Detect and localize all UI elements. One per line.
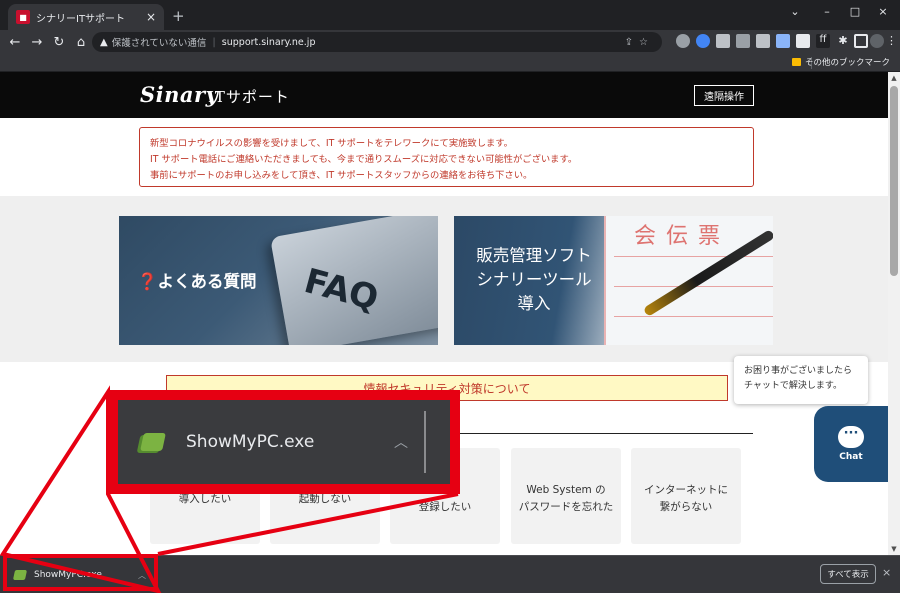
extension-blue-icon[interactable]	[696, 34, 710, 48]
new-tab-button[interactable]: +	[172, 7, 185, 25]
remote-operation-button[interactable]: 遠隔操作	[694, 85, 754, 106]
side-panel-icon[interactable]	[854, 34, 868, 48]
close-window-button[interactable]: ×	[868, 0, 898, 22]
extension-box-icon[interactable]	[796, 34, 810, 48]
menu-kebab-icon[interactable]: ⋮	[886, 34, 897, 48]
extension-window-icon[interactable]	[756, 34, 770, 48]
invoice-kanji: 会伝票	[634, 224, 731, 249]
folder-icon	[791, 58, 801, 66]
profile-avatar-icon[interactable]	[870, 34, 884, 48]
callout-highlight-large	[108, 390, 460, 494]
extension-camera-icon[interactable]	[676, 34, 690, 48]
chat-prompt-line-2: チャットで解決します。	[744, 381, 843, 391]
home-icon[interactable]: ⌂	[70, 31, 92, 53]
sales-card-line-1: 販売管理ソフト	[476, 246, 592, 265]
tab-close-icon[interactable]: ×	[146, 10, 156, 24]
topic-line-2: 登録したい	[418, 501, 472, 513]
minimize-button[interactable]: –	[812, 0, 842, 22]
faq-card-label: ❓よくある質問	[137, 268, 257, 292]
tab-strip: ■ シナリーITサポート × + ⌄ – □ ×	[0, 0, 900, 30]
browser-toolbar: ← → ↻ ⌂ ▲ 保護されていない通信 | support.sinary.ne…	[0, 30, 900, 54]
scrollbar-thumb[interactable]	[890, 86, 898, 276]
sales-software-card[interactable]: 会伝票 販売管理ソフト シナリーツール 導入	[454, 216, 773, 345]
chat-dots-icon: ···	[838, 426, 864, 448]
scroll-up-icon[interactable]: ▲	[888, 72, 900, 84]
question-circle-icon: ❓	[137, 272, 158, 291]
chat-button-label: Chat	[839, 452, 863, 462]
forward-arrow-icon[interactable]: →	[26, 31, 48, 53]
url-text[interactable]: support.sinary.ne.jp	[222, 37, 316, 48]
sales-card-line-2: シナリーツール	[476, 270, 592, 289]
extension-list-icon[interactable]	[716, 34, 730, 48]
topic-line-2: 繋がらない	[659, 501, 713, 513]
security-status: 保護されていない通信	[111, 38, 207, 49]
topic-line-2: パスワードを忘れた	[518, 501, 614, 513]
invoice-line	[614, 316, 773, 317]
faq-card[interactable]: FAQ ❓よくある質問	[119, 216, 438, 345]
other-bookmarks[interactable]: その他のブックマーク	[791, 56, 890, 68]
sales-card-line-3: 導入	[517, 294, 551, 313]
topic-card[interactable]: インターネットに 繋がらない	[631, 448, 741, 544]
tab-title: シナリーITサポート	[36, 13, 126, 25]
bookmarks-bar: その他のブックマーク	[0, 54, 900, 72]
share-star-icons[interactable]: ⇪☆	[625, 37, 654, 48]
screen: ■ シナリーITサポート × + ⌄ – □ × ← → ↻ ⌂ ▲ 保護されて…	[0, 0, 900, 593]
sales-card-label: 販売管理ソフト シナリーツール 導入	[454, 244, 614, 316]
site-logo[interactable]: Sinary	[140, 82, 218, 107]
chat-prompt-line-1: お困り事がございましたら	[744, 366, 853, 376]
site-header: Sinary ITサポート 遠隔操作	[0, 72, 888, 118]
reload-icon[interactable]: ↻	[48, 31, 70, 53]
page-scrollbar[interactable]: ▲ ▼	[888, 72, 900, 555]
maximize-button[interactable]: □	[840, 0, 870, 22]
site-favicon-icon: ■	[16, 10, 30, 24]
extensions-puzzle-icon[interactable]: ✱	[836, 34, 850, 48]
callout-highlight-small	[3, 554, 158, 591]
close-shelf-icon[interactable]: ×	[882, 566, 891, 579]
notice-line-1: 新型コロナウイルスの影響を受けまして、IT サポートをテレワークにて実施致します…	[150, 138, 513, 149]
chat-prompt-bubble[interactable]: お困り事がございましたら チャットで解決します。	[734, 356, 868, 404]
topic-card[interactable]: Web System のパスワードを忘れた	[511, 448, 621, 544]
extension-gallery-icon[interactable]	[736, 34, 750, 48]
invoice-line	[614, 256, 773, 257]
address-bar[interactable]: ▲ 保護されていない通信 | support.sinary.ne.jp ⇪☆	[92, 32, 662, 52]
extension-shield-icon[interactable]	[776, 34, 790, 48]
address-separator: |	[212, 36, 216, 48]
covid-notice: 新型コロナウイルスの影響を受けまして、IT サポートをテレワークにて実施致します…	[139, 127, 754, 187]
topic-line-1: Web System の	[526, 484, 606, 496]
other-bookmarks-label: その他のブックマーク	[804, 58, 890, 68]
notice-line-2: IT サポート電話にご連絡いただきましても、今まで通りスムーズに対応できない可能…	[150, 154, 578, 165]
scroll-down-icon[interactable]: ▼	[888, 543, 900, 555]
extension-font-icon[interactable]: ff	[816, 34, 830, 48]
back-arrow-icon[interactable]: ←	[4, 31, 26, 53]
chat-button[interactable]: ··· Chat	[814, 406, 888, 482]
tab-search-icon[interactable]: ⌄	[780, 0, 810, 22]
show-all-downloads-button[interactable]: すべて表示	[820, 564, 876, 584]
faq-card-text: よくある質問	[157, 272, 257, 291]
topic-line-1: インターネットに	[644, 484, 728, 496]
tab-active[interactable]: ■ シナリーITサポート ×	[8, 4, 164, 30]
warning-icon[interactable]: ▲	[100, 37, 108, 48]
feature-cards-section: FAQ ❓よくある質問 会伝票 販売管理ソフト シナリーツール 導入	[0, 196, 888, 362]
notice-line-3: 事前にサポートのお申し込みをして頂き、IT サポートスタッフからの連絡をお待ち下…	[150, 170, 533, 181]
section-divider	[460, 433, 753, 434]
site-logo-subtitle: ITサポート	[208, 88, 290, 106]
